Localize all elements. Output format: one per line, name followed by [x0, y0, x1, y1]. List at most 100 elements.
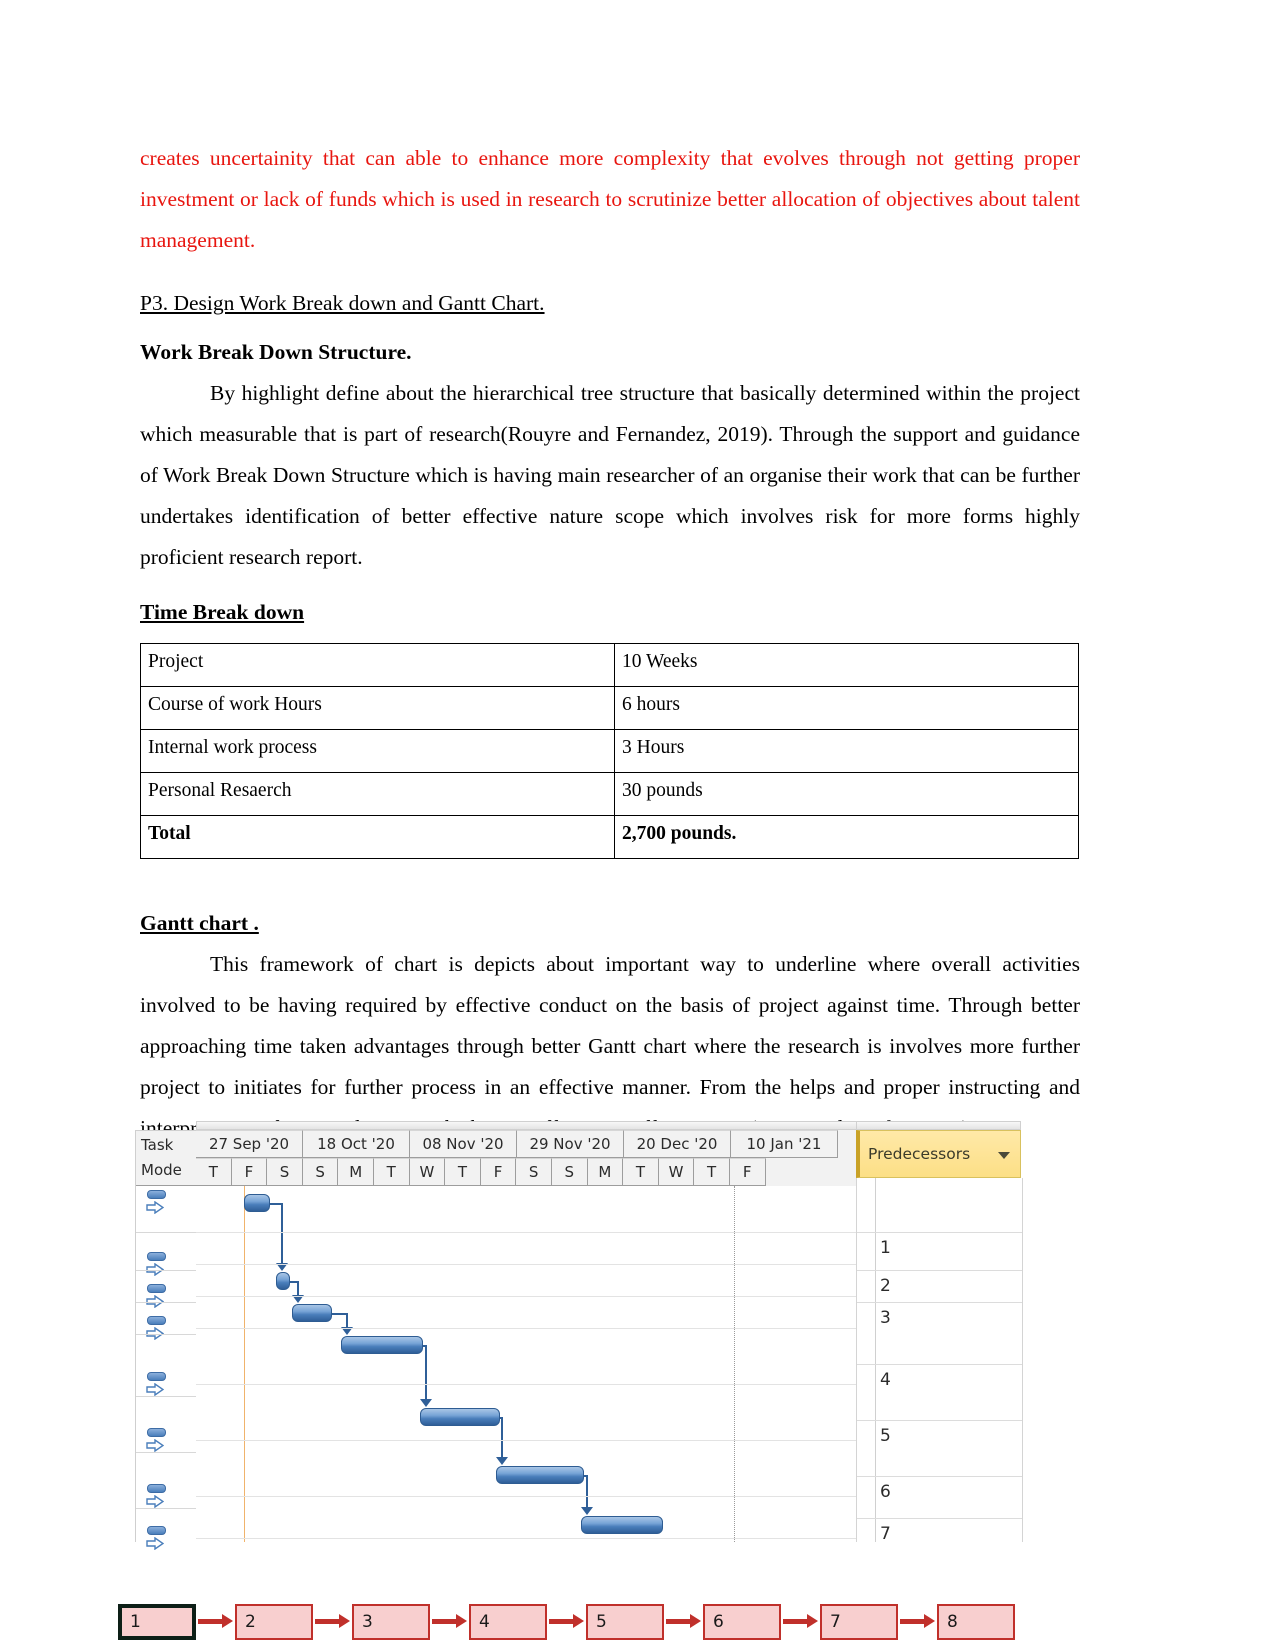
table-cell-value: 6 hours — [614, 686, 1079, 730]
timescale-day-cell: S — [516, 1158, 552, 1186]
task-link-vertical — [281, 1203, 283, 1263]
task-mode-row-divider — [136, 1452, 196, 1453]
flow-box-7[interactable]: 7 — [820, 1604, 898, 1640]
flow-arrow-head-icon — [456, 1614, 467, 1628]
gantt-row-divider — [196, 1440, 941, 1441]
predecessor-value[interactable]: 3 — [880, 1308, 891, 1328]
timescale-day-cell: T — [623, 1158, 659, 1186]
task-link-arrow-icon — [496, 1457, 508, 1465]
table-cell-label: Personal Resaerch — [140, 772, 615, 816]
task-bar-2[interactable] — [276, 1272, 290, 1290]
document-page: creates uncertainity that can able to en… — [0, 0, 1275, 1651]
task-mode-row-divider — [136, 1396, 196, 1397]
gantt-bars-area[interactable] — [196, 1186, 942, 1542]
timescale-week-row: 27 Sep '20 18 Oct '20 08 Nov '20 29 Nov '20… — [196, 1130, 941, 1158]
task-link-vertical — [297, 1281, 299, 1295]
gantt-scrollbar-top[interactable] — [196, 1121, 941, 1130]
task-bar-1[interactable] — [244, 1194, 270, 1212]
auto-scheduled-task-icon[interactable] — [145, 1428, 171, 1454]
timescale-week-cell: 08 Nov '20 — [410, 1130, 517, 1158]
predecessors-row-divider — [857, 1476, 1022, 1477]
task-bar-5[interactable] — [420, 1408, 500, 1426]
task-link-vertical — [586, 1475, 588, 1507]
auto-scheduled-task-icon[interactable] — [145, 1526, 171, 1552]
table-cell-value: 30 pounds — [614, 772, 1079, 816]
gantt-row-divider — [196, 1496, 941, 1497]
timescale-day-cell: T — [694, 1158, 730, 1186]
gantt-timescale-header: 27 Sep '20 18 Oct '20 08 Nov '20 29 Nov '20… — [196, 1130, 941, 1186]
table-row-total: Total 2,700 pounds. — [140, 815, 1079, 859]
auto-scheduled-task-icon[interactable] — [145, 1372, 171, 1398]
predecessor-value[interactable]: 1 — [880, 1238, 891, 1258]
task-bar-4[interactable] — [341, 1336, 423, 1354]
flow-arrow — [432, 1619, 458, 1624]
predecessors-row-divider — [857, 1364, 1022, 1365]
task-mode-header-line1: Task — [141, 1136, 174, 1154]
auto-scheduled-task-icon[interactable] — [145, 1284, 171, 1310]
predecessor-value[interactable]: 6 — [880, 1482, 891, 1502]
task-mode-header[interactable]: Task Mode — [136, 1130, 196, 1186]
timescale-day-cell: W — [409, 1158, 446, 1186]
gantt-row-divider — [196, 1384, 941, 1385]
timescale-day-cell: M — [587, 1158, 624, 1186]
flow-arrow-head-icon — [573, 1614, 584, 1628]
task-bar-3[interactable] — [292, 1304, 332, 1322]
flow-box-5[interactable]: 5 — [586, 1604, 664, 1640]
flow-box-8[interactable]: 8 — [937, 1604, 1015, 1640]
process-flow-chain: 1 2 3 4 5 6 7 8 — [118, 1598, 1048, 1646]
auto-scheduled-task-icon[interactable] — [145, 1190, 171, 1216]
timescale-day-cell: T — [445, 1158, 481, 1186]
predecessor-value[interactable]: 2 — [880, 1276, 891, 1296]
predecessor-value[interactable]: 5 — [880, 1426, 891, 1446]
task-bar-6[interactable] — [496, 1466, 584, 1484]
predecessors-scrollbar-top[interactable] — [856, 1121, 1021, 1130]
table-row: Internal work process 3 Hours — [140, 729, 1079, 773]
flow-box-1[interactable]: 1 — [118, 1604, 196, 1640]
flow-arrow — [549, 1619, 575, 1624]
task-bar-7[interactable] — [581, 1516, 663, 1534]
flow-arrow — [666, 1619, 692, 1624]
flow-box-6[interactable]: 6 — [703, 1604, 781, 1640]
table-cell-value: 3 Hours — [614, 729, 1079, 773]
gantt-row-divider — [196, 1264, 941, 1265]
task-link-arrow-icon — [420, 1399, 432, 1407]
predecessor-value[interactable]: 7 — [880, 1524, 891, 1542]
timescale-week-cell: 27 Sep '20 — [196, 1130, 303, 1158]
predecessors-cells[interactable]: 1 2 3 4 5 6 7 — [856, 1178, 1023, 1542]
heading-work-break-down-structure: Work Break Down Structure. — [140, 340, 412, 364]
task-mode-column: Task Mode — [135, 1130, 197, 1550]
timescale-day-cell: W — [658, 1158, 695, 1186]
timescale-week-cell: 29 Nov '20 — [517, 1130, 624, 1158]
timescale-day-cell: F — [480, 1158, 517, 1186]
timescale-day-cell: T — [373, 1158, 410, 1186]
chevron-down-icon[interactable] — [998, 1152, 1010, 1159]
flow-arrow-head-icon — [807, 1614, 818, 1628]
table-cell-value: 2,700 pounds. — [614, 815, 1079, 859]
task-mode-row-divider — [136, 1232, 196, 1233]
table-cell-label: Course of work Hours — [140, 686, 615, 730]
predecessor-value[interactable]: 4 — [880, 1370, 891, 1390]
auto-scheduled-task-icon[interactable] — [145, 1252, 171, 1278]
gantt-row-divider — [196, 1296, 941, 1297]
task-link-vertical — [425, 1345, 427, 1399]
flow-box-4[interactable]: 4 — [469, 1604, 547, 1640]
predecessors-header-label: Predecessors — [868, 1145, 971, 1163]
predecessors-row-divider — [857, 1270, 1022, 1271]
auto-scheduled-task-icon[interactable] — [145, 1484, 171, 1510]
timescale-day-cell: T — [196, 1158, 232, 1186]
flow-box-3[interactable]: 3 — [352, 1604, 430, 1640]
flow-arrow-head-icon — [924, 1614, 935, 1628]
timescale-day-cell: M — [338, 1158, 374, 1186]
gantt-row-divider — [196, 1538, 941, 1539]
predecessors-row-divider — [857, 1232, 1022, 1233]
flow-arrow-head-icon — [339, 1614, 350, 1628]
predecessors-header[interactable]: Predecessors — [856, 1130, 1021, 1178]
timescale-day-row: TFSSMTWTFSSMTWTF — [196, 1158, 941, 1186]
table-cell-label: Project — [140, 643, 615, 687]
heading-gantt-chart: Gantt chart . — [140, 911, 259, 935]
table-row: Project 10 Weeks — [140, 643, 1079, 687]
task-link-vertical — [501, 1417, 503, 1457]
flow-box-2[interactable]: 2 — [235, 1604, 313, 1640]
task-link-horizontal — [290, 1281, 297, 1283]
auto-scheduled-task-icon[interactable] — [145, 1316, 171, 1342]
